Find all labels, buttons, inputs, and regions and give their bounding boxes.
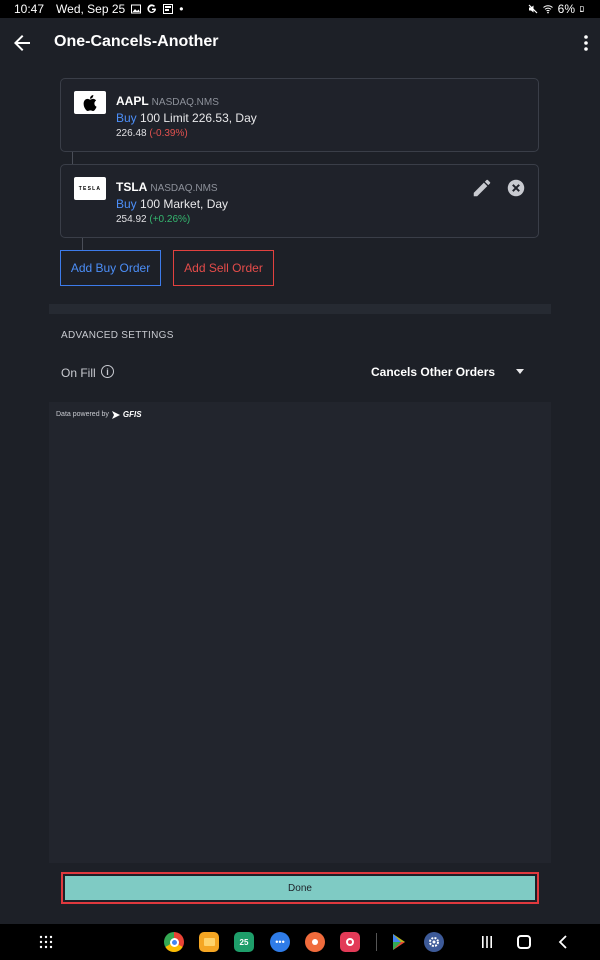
order-connector: [82, 238, 83, 250]
gfis-logo-icon: [111, 410, 120, 419]
data-panel: Data powered by GFIS: [49, 402, 551, 863]
calendar-icon[interactable]: 25: [234, 932, 254, 952]
page-title: One-Cancels-Another: [54, 33, 219, 50]
order-connector: [72, 152, 73, 164]
last-price: 254.92: [116, 214, 147, 225]
price-change: (-0.39%): [149, 128, 188, 139]
order-terms: 100 Market, Day: [136, 197, 229, 211]
quote-line: 226.48 (-0.39%): [116, 128, 188, 139]
files-icon[interactable]: [199, 932, 219, 952]
app-drawer-icon[interactable]: [38, 934, 54, 950]
order-terms: 100 Limit 226.53, Day: [136, 111, 257, 125]
on-fill-value: Cancels Other Orders: [371, 365, 496, 379]
image-icon: [131, 4, 142, 14]
dropdown-arrow-icon: [516, 369, 524, 374]
exchange-text: NASDAQ.NMS: [151, 97, 219, 108]
last-price: 226.48: [116, 128, 147, 139]
symbol-text: AAPL: [116, 94, 149, 108]
order-symbol: AAPL NASDAQ.NMS: [116, 94, 219, 108]
info-icon[interactable]: i: [101, 365, 114, 378]
symbol-text: TSLA: [116, 180, 148, 194]
quote-line: 254.92 (+0.26%): [116, 214, 190, 225]
order-side: Buy: [116, 197, 137, 211]
add-sell-order-button[interactable]: Add Sell Order: [173, 250, 274, 286]
back-arrow-icon[interactable]: [10, 31, 34, 55]
powered-by-text: Data powered by: [56, 411, 109, 418]
contacts-icon[interactable]: [305, 932, 325, 952]
home-icon[interactable]: [517, 935, 531, 949]
order-side: Buy: [116, 111, 137, 125]
wifi-icon: [542, 5, 553, 14]
dock-separator: [376, 933, 377, 951]
google-g-icon: [147, 4, 157, 13]
camera-icon[interactable]: [340, 932, 360, 952]
done-button[interactable]: Done: [65, 876, 535, 900]
battery-level: 6%: [557, 2, 575, 16]
exchange-text: NASDAQ.NMS: [150, 183, 218, 194]
play-store-icon[interactable]: [389, 932, 409, 952]
nav-back-icon[interactable]: [556, 934, 570, 950]
more-vert-icon[interactable]: [580, 31, 592, 55]
calendar-date: 25: [239, 937, 249, 947]
provider-name: GFIS: [122, 410, 142, 419]
on-fill-label: On Fill: [61, 366, 96, 380]
order-details: Buy 100 Limit 226.53, Day: [116, 111, 257, 125]
on-fill-select[interactable]: Cancels Other Orders: [362, 360, 532, 384]
tesla-logo-icon: TESLA: [74, 177, 106, 200]
app-bar: One-Cancels-Another: [0, 18, 600, 68]
settings-icon[interactable]: [424, 932, 444, 952]
gallery-icon: [163, 4, 174, 14]
order-card-tsla[interactable]: TESLA TSLA NASDAQ.NMS Buy 100 Market, Day…: [60, 164, 539, 238]
order-details: Buy 100 Market, Day: [116, 197, 228, 211]
add-buy-order-button[interactable]: Add Buy Order: [60, 250, 161, 286]
status-dot: •: [179, 2, 184, 16]
section-divider: [49, 304, 551, 314]
advanced-settings-heading: ADVANCED SETTINGS: [61, 330, 174, 341]
remove-circle-icon[interactable]: [505, 177, 527, 199]
order-card-aapl[interactable]: AAPL NASDAQ.NMS Buy 100 Limit 226.53, Day…: [60, 78, 539, 152]
messages-icon[interactable]: •••: [270, 932, 290, 952]
tesla-logo-text: TESLA: [78, 185, 102, 192]
data-attribution: Data powered by GFIS: [56, 410, 142, 419]
battery-icon: [580, 6, 584, 12]
navigation-bar: 25 •••: [0, 924, 600, 960]
status-date: Wed, Sep 25: [56, 2, 126, 16]
status-time: 10:47: [14, 2, 45, 16]
mute-icon: [528, 4, 538, 14]
edit-icon[interactable]: [471, 177, 493, 199]
order-symbol: TSLA NASDAQ.NMS: [116, 180, 218, 194]
apple-logo-icon: [74, 91, 106, 114]
status-bar: 10:47 Wed, Sep 25 • 6%: [0, 0, 600, 18]
chrome-icon[interactable]: [164, 932, 184, 952]
recents-icon[interactable]: [480, 935, 494, 949]
price-change: (+0.26%): [149, 214, 191, 225]
done-button-highlight: Done: [61, 872, 539, 904]
